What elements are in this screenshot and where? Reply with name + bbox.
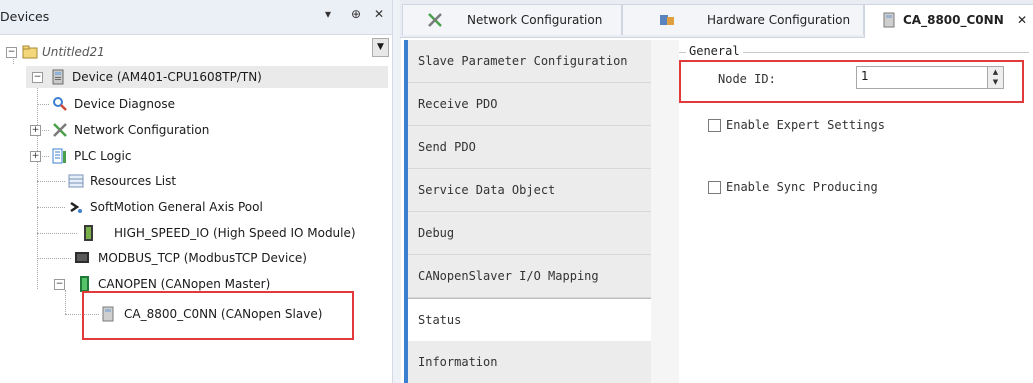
tree-root-untitled21[interactable]: − Untitled21: [0, 41, 370, 63]
nav-label: Slave Parameter Configuration: [418, 54, 628, 68]
tree-item-label: Network Configuration: [74, 123, 210, 137]
nav-debug[interactable]: Debug: [408, 212, 651, 255]
canopen-master-icon: [80, 276, 89, 292]
panel-menu-dropdown-icon[interactable]: ▾: [325, 7, 331, 21]
close-panel-icon[interactable]: ✕: [374, 7, 384, 21]
modbus-icon: [75, 252, 89, 263]
nav-label: Information: [418, 355, 498, 369]
tab-label: CA_8800_C0NN: [903, 13, 1004, 27]
canopen-slave-icon: [883, 12, 895, 28]
nav-slave-parameter-configuration[interactable]: Slave Parameter Configuration: [408, 40, 651, 83]
collapse-icon[interactable]: −: [6, 47, 17, 58]
tab-network-configuration[interactable]: Network Configuration: [402, 4, 622, 35]
collapse-icon[interactable]: −: [54, 279, 65, 290]
nav-label: Status: [418, 313, 462, 327]
tab-ca-8800-c0nn[interactable]: CA_8800_C0NN ✕: [864, 4, 1033, 38]
tree-item-device[interactable]: − Device (AM401-CPU1608TP/TN): [26, 66, 388, 88]
folder-icon: [22, 45, 38, 59]
devices-panel-header: Devices ▾ ⊕ ✕: [0, 0, 392, 35]
tree-item-label: Device Diagnose: [74, 97, 175, 111]
collapse-icon[interactable]: −: [32, 72, 43, 83]
expand-icon[interactable]: +: [30, 151, 41, 162]
resources-icon: [68, 174, 84, 188]
diagnose-icon: [53, 97, 67, 111]
devices-panel-title: Devices: [0, 9, 50, 24]
content-gutter: [651, 40, 679, 383]
close-tab-icon[interactable]: ✕: [1017, 5, 1027, 35]
nav-io-mapping[interactable]: CANopenSlaver I/O Mapping: [408, 255, 651, 298]
devices-panel: Devices ▾ ⊕ ✕ − Untitled21 ▼ − Device (A…: [0, 0, 392, 383]
axis-pool-icon: [70, 201, 82, 213]
panel-splitter[interactable]: [392, 0, 401, 383]
nav-service-data-object[interactable]: Service Data Object: [408, 169, 651, 212]
expand-icon[interactable]: +: [30, 125, 41, 136]
hardware-icon: [660, 15, 674, 25]
enable-sync-producing-label: Enable Sync Producing: [726, 180, 878, 194]
nav-send-pdo[interactable]: Send PDO: [408, 126, 651, 169]
tree-item-label: HIGH_SPEED_IO (High Speed IO Module): [114, 226, 356, 240]
tree-item-label: MODBUS_TCP (ModbusTCP Device): [98, 251, 307, 265]
nav-information[interactable]: Information: [408, 341, 651, 383]
nav-receive-pdo[interactable]: Receive PDO: [408, 83, 651, 126]
nav-status[interactable]: Status: [408, 298, 651, 342]
enable-expert-settings-checkbox[interactable]: [708, 119, 721, 132]
io-module-icon: [84, 225, 93, 241]
enable-sync-producing-checkbox[interactable]: [708, 181, 721, 194]
tree-item-label: Resources List: [90, 174, 177, 188]
tab-label: Hardware Configuration: [707, 13, 851, 27]
tree-dropdown-button[interactable]: ▼: [372, 38, 389, 57]
pin-icon[interactable]: ⊕: [351, 7, 361, 21]
network-icon: [53, 123, 67, 137]
network-icon: [428, 13, 442, 27]
enable-expert-settings-label: Enable Expert Settings: [726, 118, 885, 132]
tree-item-label: PLC Logic: [74, 149, 132, 163]
nav-label: Debug: [418, 226, 455, 240]
plc-logic-icon: [52, 148, 66, 164]
tree-item-label: Device (AM401-CPU1608TP/TN): [72, 70, 262, 84]
nav-label: Send PDO: [418, 140, 476, 154]
highlight-box-node-id: [679, 60, 1024, 103]
tree-item-label: SoftMotion General Axis Pool: [90, 200, 263, 214]
tree-root-label: Untitled21: [42, 45, 105, 59]
editor-tab-bar: Network Configuration Hardware Configura…: [400, 0, 1033, 38]
nav-label: Service Data Object: [418, 183, 556, 197]
nav-label: CANopenSlaver I/O Mapping: [418, 269, 599, 283]
general-group-title: General: [686, 44, 743, 58]
nav-label: Receive PDO: [418, 97, 498, 111]
highlight-box-slave: [82, 291, 354, 340]
tab-hardware-configuration[interactable]: Hardware Configuration: [622, 4, 864, 35]
tab-label: Network Configuration: [467, 13, 603, 27]
device-icon: [52, 69, 64, 85]
